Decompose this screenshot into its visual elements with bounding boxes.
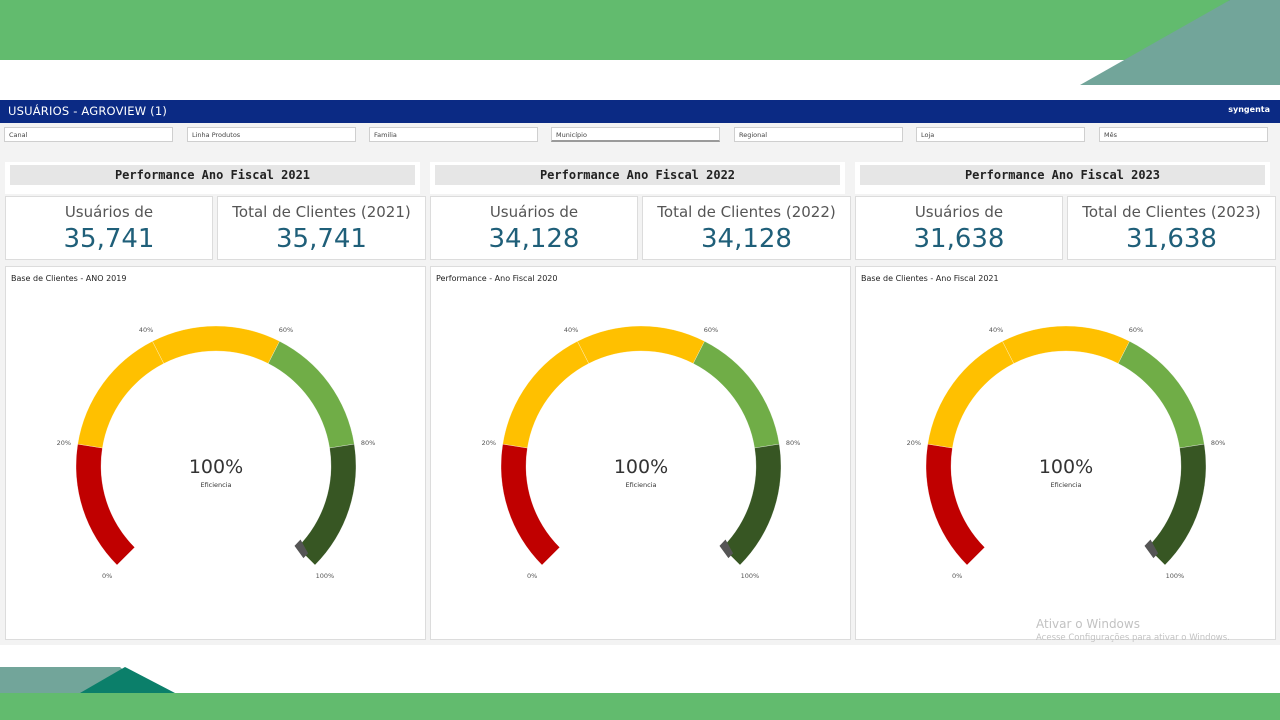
gauge-tick-label: 80%	[1211, 439, 1225, 447]
gauge-value: 100%	[614, 456, 668, 478]
kpi-usuarios[interactable]: Usuários de 35,741	[5, 196, 213, 260]
filter-m-s[interactable]: Mês	[1099, 127, 1268, 142]
panel-title: Performance Ano Fiscal 2021	[10, 165, 415, 185]
gauge-band-0-20	[925, 443, 985, 566]
gauge-card-3[interactable]: Base de Clientes - Ano Fiscal 2021 0% 20% 4…	[855, 266, 1276, 640]
gauge-subtitle: Eficiencia	[625, 481, 656, 489]
gauge-tick-label: 80%	[361, 439, 375, 447]
gauge-band-0-20	[500, 443, 560, 566]
gauge-chart: 0% 20% 40% 60% 80% 100% 100% Eficiencia	[57, 325, 376, 580]
kpi-total-clientes[interactable]: Total de Clientes (2021) 35,741	[217, 196, 426, 260]
gauge-tick-label: 20%	[907, 439, 921, 447]
gauge-tick-label: 40%	[989, 326, 1003, 334]
gauge-band-80-100	[297, 443, 357, 566]
gauge-band-80-100	[722, 443, 782, 566]
panel-title: Performance Ano Fiscal 2023	[860, 165, 1265, 185]
kpi-label: Usuários de	[914, 203, 1004, 221]
kpi-value: 31,638	[913, 224, 1005, 254]
gauge-tick-label: 60%	[1129, 326, 1143, 334]
gauge-chart: 0% 20% 40% 60% 80% 100% 100% Eficiencia	[482, 325, 801, 580]
kpi-usuarios[interactable]: Usuários de 31,638	[855, 196, 1063, 260]
panel-header-1: Performance Ano Fiscal 2021	[5, 162, 420, 194]
gauge-band-40-60	[152, 325, 280, 364]
gauge-tick-label: 100%	[741, 572, 760, 580]
top-right-decor	[1025, 0, 1280, 85]
windows-activation-watermark: Ativar o Windows Acesse Configurações pa…	[1036, 617, 1230, 643]
kpi-total-clientes[interactable]: Total de Clientes (2022) 34,128	[642, 196, 851, 260]
gauge-band-20-40	[927, 341, 1014, 449]
gauge-band-20-40	[502, 341, 589, 449]
gauge-tick-label: 20%	[482, 439, 496, 447]
panel-header-2: Performance Ano Fiscal 2022	[430, 162, 845, 194]
gauge-tick-label: 60%	[704, 326, 718, 334]
kpi-value: 34,128	[488, 224, 580, 254]
filter-loja[interactable]: Loja	[916, 127, 1085, 142]
kpi-label: Total de Clientes (2021)	[232, 203, 411, 221]
gauge-tick-label: 0%	[952, 572, 962, 580]
gauge-band-20-40	[77, 341, 164, 449]
panel-title: Performance Ano Fiscal 2022	[435, 165, 840, 185]
gauge-card-2[interactable]: Performance - Ano Fiscal 2020 0% 20% 40% 60%…	[430, 266, 851, 640]
kpi-label: Total de Clientes (2022)	[657, 203, 836, 221]
watermark-subtitle: Acesse Configurações para ativar o Windo…	[1036, 633, 1230, 643]
gauge-band-0-20	[75, 443, 135, 566]
gauge-card-1[interactable]: Base de Clientes - ANO 2019 0% 20% 40% 60% 80…	[5, 266, 426, 640]
kpi-label: Usuários de	[489, 203, 579, 221]
panel-header-3: Performance Ano Fiscal 2023	[855, 162, 1270, 194]
gauge-tick-label: 40%	[139, 326, 153, 334]
gauge-band-60-80	[1118, 341, 1205, 449]
bottom-decor-band	[0, 693, 1280, 720]
gauge-tick-label: 80%	[786, 439, 800, 447]
filter-familia[interactable]: Familia	[369, 127, 538, 142]
gauge-value: 100%	[189, 456, 243, 478]
gauge-tick-label: 40%	[564, 326, 578, 334]
gauge-band-40-60	[577, 325, 705, 364]
gauge-tick-label: 100%	[1166, 572, 1185, 580]
filter-regional[interactable]: Regional	[734, 127, 903, 142]
gauge-subtitle: Eficiencia	[200, 481, 231, 489]
gauge-band-60-80	[268, 341, 355, 449]
filter-linha-produtos[interactable]: Linha Produtos	[187, 127, 356, 142]
app-title-bar: USUÁRIOS - AGROVIEW (1) syngenta	[0, 100, 1280, 123]
gauge-band-60-80	[693, 341, 780, 449]
app-title: USUÁRIOS - AGROVIEW (1)	[8, 104, 168, 118]
dashboard-app: USUÁRIOS - AGROVIEW (1) syngenta Canal Li…	[0, 100, 1280, 645]
kpi-value: 31,638	[1126, 224, 1217, 254]
kpi-value: 35,741	[276, 224, 367, 254]
gauge-tick-label: 60%	[279, 326, 293, 334]
watermark-title: Ativar o Windows	[1036, 617, 1140, 631]
gauge-tick-label: 0%	[102, 572, 112, 580]
kpi-total-clientes[interactable]: Total de Clientes (2023) 31,638	[1067, 196, 1276, 260]
brand-logo: syngenta	[1228, 105, 1270, 114]
gauge-tick-label: 0%	[527, 572, 537, 580]
gauge-tick-label: 20%	[57, 439, 71, 447]
filter-munic-pio[interactable]: Município	[551, 127, 720, 142]
gauge-band-80-100	[1147, 443, 1207, 566]
gauge-value: 100%	[1039, 456, 1093, 478]
filter-canal[interactable]: Canal	[4, 127, 173, 142]
kpi-value: 34,128	[701, 224, 792, 254]
filter-bar: Canal Linha Produtos Familia Município Regio…	[0, 127, 1280, 145]
gauge-band-40-60	[1002, 325, 1130, 364]
kpi-usuarios[interactable]: Usuários de 34,128	[430, 196, 638, 260]
gauge-subtitle: Eficiencia	[1050, 481, 1081, 489]
kpi-label: Usuários de	[64, 203, 154, 221]
kpi-label: Total de Clientes (2023)	[1082, 203, 1261, 221]
gauge-chart: 0% 20% 40% 60% 80% 100% 100% Eficiencia	[907, 325, 1226, 580]
gauge-tick-label: 100%	[316, 572, 335, 580]
kpi-value: 35,741	[63, 224, 155, 254]
